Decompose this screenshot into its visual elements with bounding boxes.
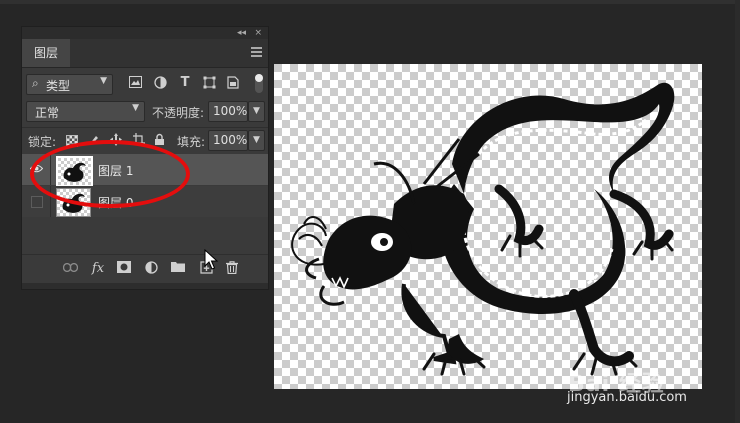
- hidden-visibility-box[interactable]: [31, 196, 43, 208]
- collapse-icon[interactable]: ◂◂: [237, 27, 246, 39]
- fill-dropdown[interactable]: ▼: [248, 130, 265, 151]
- opacity-label: 不透明度:: [152, 106, 205, 120]
- adjustment-icon[interactable]: [143, 261, 159, 277]
- shape-filter-icon[interactable]: [202, 76, 216, 90]
- mask-icon[interactable]: [116, 261, 132, 277]
- top-bar: [0, 0, 740, 4]
- dragon-artwork: [291, 82, 675, 376]
- blend-mode-value: 正常: [35, 106, 60, 120]
- blend-mode-select[interactable]: 正常 ▼: [26, 101, 145, 122]
- panel-footer: fx: [22, 254, 268, 283]
- close-icon[interactable]: ×: [254, 27, 262, 39]
- adjustment-filter-icon[interactable]: [153, 76, 167, 90]
- filter-kind-label: 类型: [46, 79, 71, 93]
- group-folder-icon[interactable]: [170, 261, 186, 277]
- blend-row: 正常 ▼ 不透明度: 100% ▼: [22, 99, 268, 123]
- panel-menu-icon[interactable]: [251, 47, 262, 57]
- cursor-icon: [204, 248, 219, 274]
- fill-field[interactable]: 100%: [208, 130, 248, 151]
- smart-object-filter-icon[interactable]: [226, 76, 240, 90]
- document-canvas[interactable]: [274, 64, 702, 389]
- image-filter-icon[interactable]: [128, 76, 142, 90]
- filter-row: ⌕ 类型 ▼ T: [22, 70, 268, 98]
- fx-icon[interactable]: fx: [90, 261, 106, 277]
- chevron-down-icon: ▼: [100, 76, 107, 86]
- chevron-down-icon: ▼: [132, 103, 139, 113]
- annotation-ellipse: [30, 140, 190, 208]
- link-layers-icon[interactable]: [62, 261, 78, 277]
- opacity-value: 100%: [213, 104, 248, 118]
- trash-icon[interactable]: [224, 261, 240, 277]
- panel-resize-strip[interactable]: [22, 283, 268, 289]
- search-icon: ⌕: [32, 76, 39, 90]
- tab-layers[interactable]: 图层: [22, 39, 70, 67]
- panel-title-strip[interactable]: ◂◂ ×: [22, 27, 268, 39]
- type-filter-icon[interactable]: T: [178, 76, 192, 90]
- watermark-url: jingyan.baidu.com: [567, 390, 687, 405]
- filter-kind-select[interactable]: ⌕ 类型 ▼: [26, 74, 113, 95]
- filter-toggle[interactable]: [255, 74, 263, 93]
- fill-value: 100%: [213, 133, 248, 147]
- right-edge: [735, 0, 740, 423]
- opacity-field[interactable]: 100%: [208, 101, 248, 122]
- opacity-dropdown[interactable]: ▼: [248, 101, 265, 122]
- panel-tabbar: 图层: [22, 39, 268, 68]
- fill-label: 填充:: [177, 135, 206, 149]
- lock-label: 锁定:: [28, 135, 57, 149]
